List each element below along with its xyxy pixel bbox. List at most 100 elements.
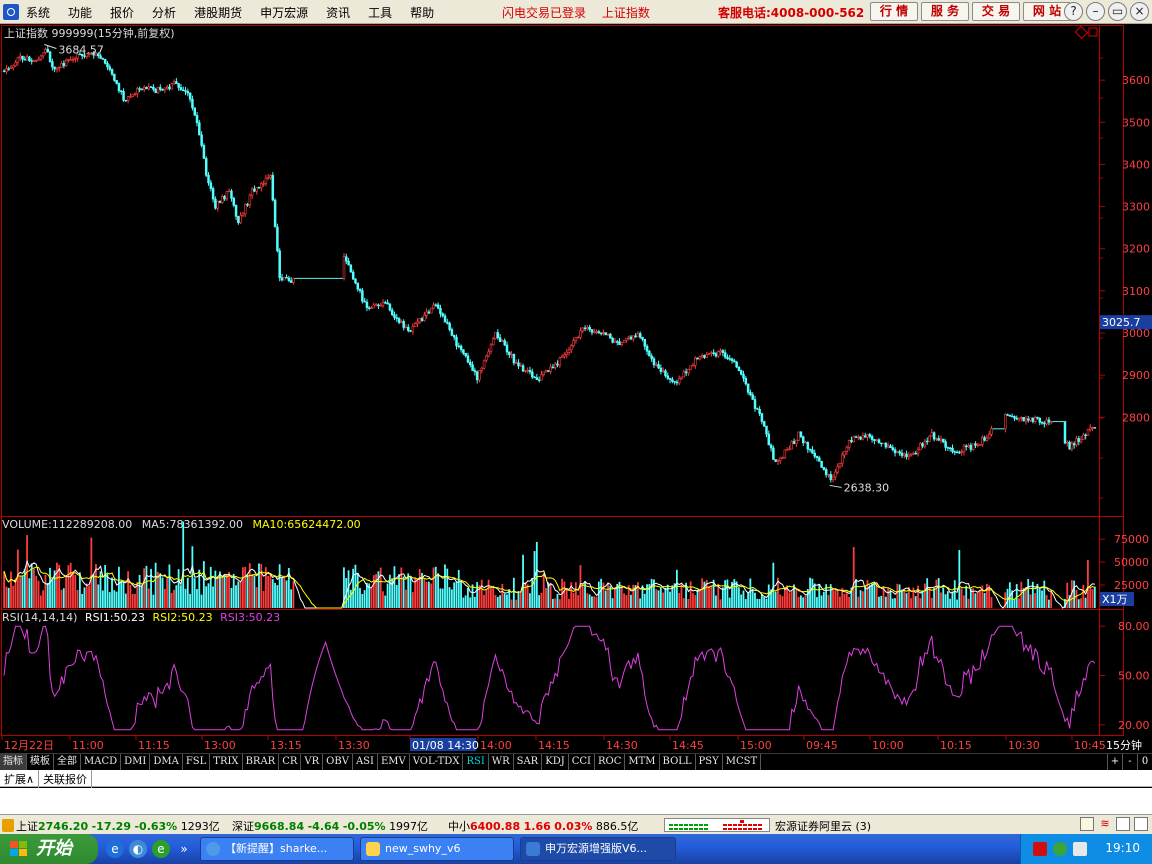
volume-bar [49,567,51,608]
menu-tools[interactable]: 工具 [368,4,392,21]
tab-related-quotes[interactable]: 关联报价 [39,770,93,788]
window-toggle-icon[interactable] [1088,27,1098,37]
network-icon[interactable] [1033,842,1047,856]
price-tick-label: 2900 [1122,369,1150,382]
breadth-cell-up [743,824,747,826]
ie-icon[interactable]: e [106,840,124,858]
menu-function[interactable]: 功能 [68,4,92,21]
menu-help[interactable]: 帮助 [410,4,434,21]
task-folder[interactable]: new_swhy_v6 [360,837,514,861]
tab-cci[interactable]: CCI [569,754,595,770]
tab-all[interactable]: 全部 [54,754,81,770]
zx-index[interactable]: 中小6400.88 1.66 0.03% 886.5亿 [448,818,638,834]
candle-body [28,56,31,61]
restore-icon[interactable]: ▭ [1108,2,1127,21]
candle-body [58,66,61,69]
volume-bar [147,588,150,608]
candle-body [535,377,539,381]
tab-boll[interactable]: BOLL [660,754,696,770]
tab-mcst[interactable]: MCST [723,754,762,770]
tab-trix[interactable]: TRIX [210,754,243,770]
reset-button[interactable]: 0 [1137,754,1152,770]
kline-chart[interactable]: 360035003400330032003100300029002800 上证指… [0,25,1152,753]
task-swhy[interactable]: 申万宏源增强版V6... [520,837,676,861]
settings-icon[interactable] [1134,817,1148,831]
tab-indicator[interactable]: 指标 [0,754,27,770]
volume-bar [281,577,283,608]
tab-vr[interactable]: VR [301,754,324,770]
service-button[interactable]: 服 务 [921,2,969,21]
volume-bar [191,546,194,608]
volume-bar [480,579,483,608]
tab-expand[interactable]: 扩展∧ [0,770,40,788]
trade-button[interactable]: 交 易 [972,2,1020,21]
help-icon[interactable]: ? [1064,2,1083,21]
volume-bar [386,583,389,608]
volume-bar [946,591,949,608]
volume-icon[interactable] [1073,842,1087,856]
note-icon[interactable] [1080,817,1094,831]
more-icon[interactable]: » [175,840,193,858]
lock-icon[interactable] [1116,817,1130,831]
candle-body [1093,427,1097,429]
browser-icon[interactable]: e [152,840,170,858]
menu-swhy[interactable]: 申万宏源 [260,4,308,21]
candle-body [1010,415,1014,418]
menu-analysis[interactable]: 分析 [152,4,176,21]
tab-rsi[interactable]: RSI [463,754,489,770]
candle-body [223,196,226,200]
media-icon[interactable]: ◐ [129,840,147,858]
price-tick-label: 3200 [1122,243,1150,256]
menu-news[interactable]: 资讯 [326,4,350,21]
tab-template[interactable]: 模板 [27,754,54,770]
tab-cr[interactable]: CR [279,754,302,770]
broker-server[interactable]: 宏源证券阿里云 (3) [775,818,871,834]
time-tick-label: 13:15 [270,739,302,752]
volume-bar [434,566,437,608]
menu-hk-futures[interactable]: 港股期货 [194,4,242,21]
tab-emv[interactable]: EMV [378,754,410,770]
tab-kdj[interactable]: KDJ [542,754,569,770]
rsi2-value: 50.23 [181,611,213,624]
tab-brar[interactable]: BRAR [243,754,280,770]
volume-bar [182,521,185,608]
tab-fsl[interactable]: FSL [183,754,211,770]
candle-body [604,332,608,336]
tab-roc[interactable]: ROC [595,754,626,770]
market-button[interactable]: 行 情 [870,2,918,21]
task-forum[interactable]: 【新提醒】sharke... [200,837,354,861]
sz-amount: 1997亿 [389,820,429,833]
clock[interactable]: 19:10 [1105,841,1140,855]
tab-psy[interactable]: PSY [696,754,723,770]
volume-bar [21,576,24,608]
tab-sar[interactable]: SAR [514,754,543,770]
sz-index[interactable]: 深证9668.84 -4.64 -0.05% 1997亿 [232,818,428,834]
tab-wr[interactable]: WR [489,754,514,770]
sh-index[interactable]: 上证2746.20 -17.29 -0.63% 1293亿 [16,818,220,834]
zoom-out-button[interactable]: - [1122,754,1137,770]
volume-bar [78,572,81,608]
tab-vol-tdx[interactable]: VOL-TDX [410,754,464,770]
candle-body [909,453,913,456]
tab-macd[interactable]: MACD [81,754,122,770]
minimize-icon[interactable]: – [1086,2,1105,21]
close-icon[interactable]: × [1130,2,1149,21]
antivirus-icon[interactable] [1053,842,1067,856]
candle-body [230,190,233,199]
volume-bar [921,590,924,608]
signal-icon[interactable]: ≋ [1098,817,1112,831]
menu-system[interactable]: 系统 [26,4,50,21]
volume-bar [795,588,798,608]
start-button[interactable]: 开始 [0,834,98,864]
tab-dma[interactable]: DMA [150,754,183,770]
diamond-icon[interactable] [1074,25,1089,40]
menu-quote[interactable]: 报价 [110,4,134,21]
zoom-in-button[interactable]: + [1107,754,1122,770]
tab-asi[interactable]: ASI [353,754,378,770]
tab-dmi[interactable]: DMI [121,754,151,770]
tab-obv[interactable]: OBV [323,754,353,770]
tab-mtm[interactable]: MTM [625,754,660,770]
volume-bar [535,541,538,608]
candle-body [638,333,642,338]
breadth-cell-down [699,824,703,826]
